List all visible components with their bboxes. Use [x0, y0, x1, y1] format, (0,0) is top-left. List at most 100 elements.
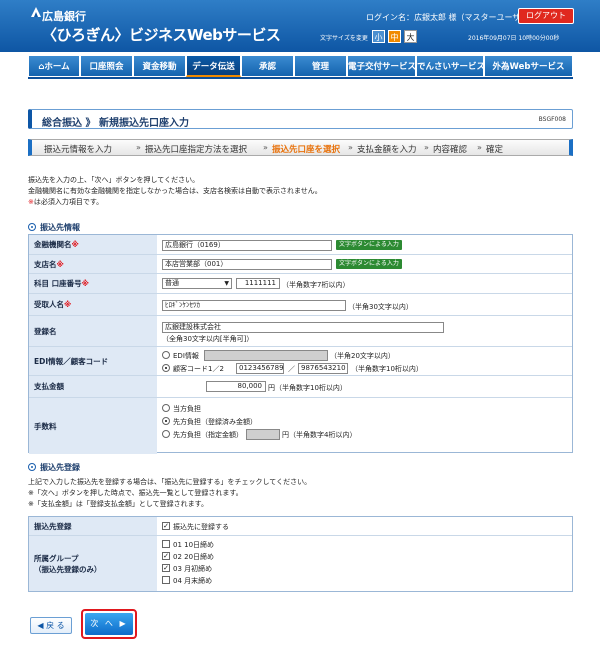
- registration-desc-1: 上記で入力した振込先を登録する場合は、「振込先に登録する」をチェックしてください…: [28, 478, 312, 486]
- tab-data-transmission[interactable]: データ伝送: [186, 55, 241, 77]
- branch-char-button[interactable]: 文字ボタンによる入力: [336, 259, 402, 269]
- register-name-input[interactable]: 広銀建設株式会社: [162, 322, 444, 333]
- register-name-row: 登録名 広銀建設株式会社 （全角30文字以内[半角可]）: [29, 316, 572, 347]
- step-2: 振込先口座指定方法を選択: [145, 145, 248, 155]
- branch-row: 支店名 ※ 本店営業部（001） 文字ボタンによる入力: [29, 255, 572, 274]
- account-label: 科目 口座番号 ※: [29, 274, 157, 293]
- required-mark: ※: [71, 240, 79, 249]
- required-mark: ※: [81, 279, 89, 288]
- screen-id: BSGF008: [538, 116, 566, 123]
- register-label: 振込先登録: [29, 517, 157, 535]
- step-5: 内容確認: [433, 145, 468, 155]
- account-number-hint: （半角数字7桁以内）: [282, 281, 350, 289]
- recipient-row: 受取人名 ※ ﾋﾛｷﾞﾝｹﾝｾﾂｶ （半角30文字以内）: [29, 294, 572, 316]
- fee-their-specified-label: 先方負担（指定金額）: [173, 431, 243, 439]
- amount-row: 支払金額 80,000 円（半角数字10桁以内）: [29, 376, 572, 398]
- branch-label: 支店名 ※: [29, 255, 157, 273]
- customer-code-radio[interactable]: [162, 364, 170, 372]
- group-checkbox-01[interactable]: [162, 540, 170, 548]
- registration-desc-3: ※「支払金額」は「登録支払金額」として登録されます。: [28, 500, 208, 508]
- recipient-label: 受取人名 ※: [29, 294, 157, 315]
- step-separator-icon: »: [348, 143, 353, 152]
- bank-row: 金融機関名 ※ 広島銀行（0169） 文字ボタンによる入力: [29, 235, 572, 255]
- register-name-hint: （全角30文字以内[半角可]）: [162, 335, 254, 343]
- group-label: 所属グループ （振込先登録のみ）: [29, 536, 157, 591]
- group-checkbox-04[interactable]: [162, 576, 170, 584]
- main-nav: ⌂ホーム 口座照会 資金移動 データ伝送 承認 管理 電子交付サービス でんさい…: [28, 55, 573, 77]
- group-label-03: 03 月初締め: [173, 565, 213, 573]
- tab-fund-transfer[interactable]: 資金移動: [133, 55, 186, 77]
- group-checkbox-02[interactable]: ✓: [162, 552, 170, 560]
- tab-account-inquiry[interactable]: 口座照会: [80, 55, 133, 77]
- page-title-bar: 総合振込 》 新規振込先口座入力 BSGF008: [28, 109, 573, 129]
- tab-approval[interactable]: 承認: [241, 55, 294, 77]
- register-checkbox[interactable]: ✓: [162, 522, 170, 530]
- back-button[interactable]: ◀ 戻 る: [30, 617, 72, 634]
- intro-line-2: 金融機関名に有効な金融機関を指定しなかった場合は、支店名検索は自動で表示されませ…: [28, 187, 322, 195]
- section-registration-title: 振込先登録: [40, 463, 80, 472]
- account-type-value: 普通: [165, 279, 179, 287]
- account-row: 科目 口座番号 ※ 普通 ▼ 1111111 （半角数字7桁以内）: [29, 274, 572, 294]
- register-name-label: 登録名: [29, 316, 157, 346]
- group-label-04: 04 月末締め: [173, 577, 213, 585]
- intro-line-1: 振込先を入力の上、「次へ」ボタンを押してください。: [28, 176, 200, 184]
- tab-management[interactable]: 管理: [294, 55, 347, 77]
- bank-label: 金融機関名 ※: [29, 235, 157, 254]
- group-label-01: 01 10日締め: [173, 541, 215, 549]
- header-bar: 広島銀行 〈ひろぎん〉ビジネスWebサービス ログイン名：広銀太郎 様（マスター…: [0, 0, 600, 52]
- fee-their-specified-radio[interactable]: [162, 430, 170, 438]
- edi-info-radio[interactable]: [162, 351, 170, 359]
- fee-amount-hint: 円（半角数字4桁以内）: [282, 431, 357, 439]
- group-checkbox-03[interactable]: ✓: [162, 564, 170, 572]
- registration-form: 振込先登録 ✓ 振込先に登録する 所属グループ （振込先登録のみ） 01 10日締…: [28, 516, 573, 592]
- font-size-label: 文字サイズを変更: [320, 35, 368, 42]
- fee-their-registered-radio[interactable]: [162, 417, 170, 425]
- tab-home[interactable]: ⌂ホーム: [28, 55, 80, 77]
- group-row: 所属グループ （振込先登録のみ） 01 10日締め ✓ 02 20日締め ✓ 03…: [29, 536, 572, 591]
- amount-input[interactable]: 80,000: [206, 381, 266, 392]
- intro-line-3-text: は必須入力項目です。: [33, 198, 104, 206]
- account-type-select[interactable]: 普通 ▼: [162, 278, 232, 289]
- required-mark: ※: [56, 259, 64, 269]
- page-title: 総合振込 》 新規振込先口座入力: [42, 118, 189, 129]
- logout-button[interactable]: ログアウト: [518, 8, 574, 24]
- font-size-medium-button[interactable]: 中: [388, 30, 401, 43]
- tab-densai[interactable]: でんさいサービス: [416, 55, 484, 77]
- amount-label: 支払金額: [29, 376, 157, 397]
- branch-name-input[interactable]: 本店営業部（001）: [162, 259, 332, 270]
- register-checkbox-label: 振込先に登録する: [173, 523, 229, 531]
- recipient-name-input[interactable]: ﾋﾛｷﾞﾝｹﾝｾﾂｶ: [162, 300, 346, 311]
- step-1: 振込元情報を入力: [44, 145, 113, 155]
- step-separator-icon: »: [136, 143, 141, 152]
- bank-char-button[interactable]: 文字ボタンによる入力: [336, 240, 402, 250]
- font-size-large-button[interactable]: 大: [404, 30, 417, 43]
- fee-our-side-radio[interactable]: [162, 404, 170, 412]
- customer-code-2-input[interactable]: 9876543210: [298, 363, 348, 374]
- bank-name: 広島銀行: [42, 10, 86, 23]
- branch-label-text: 支店名: [34, 259, 57, 269]
- group-label-line-2: （振込先登録のみ）: [34, 564, 102, 574]
- fee-amount-input[interactable]: [246, 429, 280, 440]
- register-row: 振込先登録 ✓ 振込先に登録する: [29, 517, 572, 536]
- tab-e-delivery[interactable]: 電子交付サービス: [347, 55, 416, 77]
- fee-label: 手数料: [29, 398, 157, 454]
- customer-code-1-input[interactable]: 0123456789: [236, 363, 284, 374]
- group-label-02: 02 20日締め: [173, 553, 215, 561]
- current-datetime: 2016年09月07日 10時00分00秒: [468, 35, 560, 42]
- tab-forex[interactable]: 外為Webサービス: [484, 55, 573, 77]
- step-4: 支払金額を入力: [357, 145, 417, 155]
- edi-label: EDI情報／顧客コード: [29, 347, 157, 375]
- account-number-input[interactable]: 1111111: [236, 278, 280, 289]
- required-mark: ※: [64, 300, 72, 309]
- edi-info-input[interactable]: [204, 350, 328, 361]
- nav-underline: [28, 77, 573, 79]
- step-separator-icon: »: [477, 143, 482, 152]
- step-separator-icon: »: [424, 143, 429, 152]
- fee-row: 手数料 当方負担 先方負担（登録済み金額） 先方負担（指定金額） 円（半角数字4…: [29, 398, 572, 454]
- tab-home-label: ホーム: [44, 62, 70, 72]
- font-size-small-button[interactable]: 小: [372, 30, 385, 43]
- bank-name-input[interactable]: 広島銀行（0169）: [162, 240, 332, 251]
- section-recipient-info-heading: 振込先情報: [28, 222, 80, 233]
- next-button[interactable]: 次 へ ▶: [85, 613, 133, 635]
- intro-line-3: ※は必須入力項目です。: [28, 197, 103, 207]
